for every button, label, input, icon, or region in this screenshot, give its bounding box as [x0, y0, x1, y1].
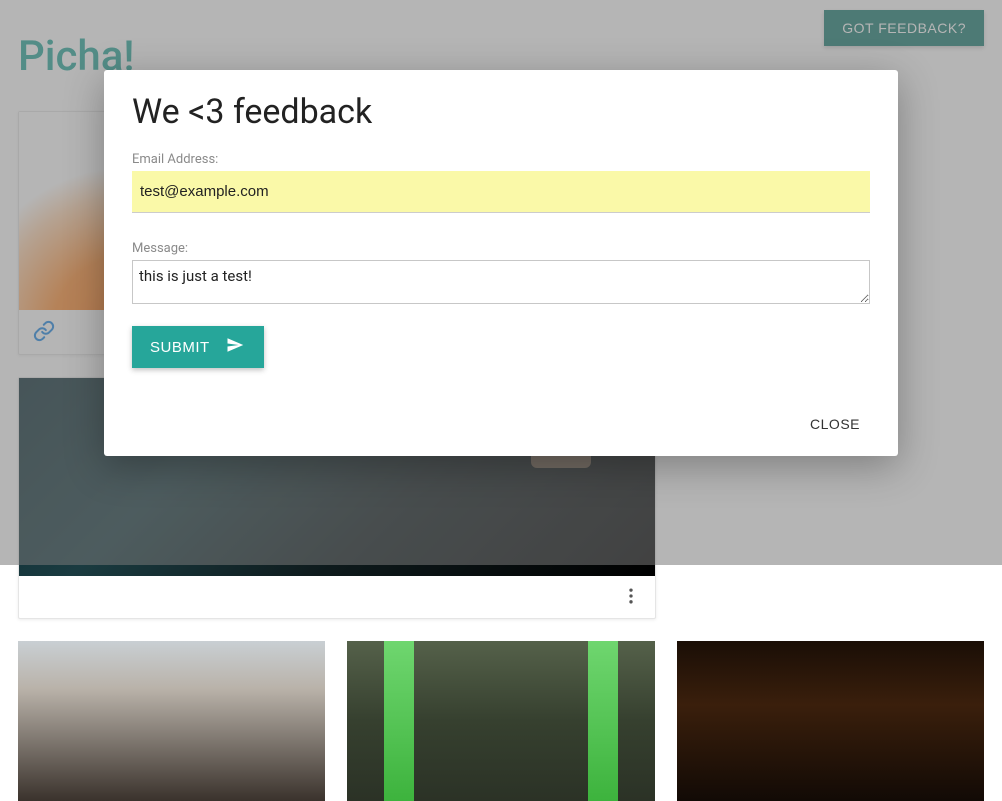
modal-overlay: We <3 feedback Email Address: Message: S… [0, 0, 1002, 565]
close-button[interactable]: CLOSE [800, 408, 870, 440]
modal-title: We <3 feedback [132, 92, 870, 132]
submit-button[interactable]: SUBMIT [132, 326, 264, 368]
message-label: Message: [132, 241, 870, 256]
image-card [677, 641, 984, 801]
submit-label: SUBMIT [150, 339, 210, 356]
send-icon [224, 336, 246, 358]
image-card [18, 641, 325, 801]
more-icon[interactable] [621, 586, 641, 606]
email-field[interactable] [132, 171, 870, 213]
image-card [347, 641, 654, 801]
email-label: Email Address: [132, 152, 870, 167]
message-field[interactable] [132, 260, 870, 304]
feedback-modal: We <3 feedback Email Address: Message: S… [104, 70, 898, 456]
